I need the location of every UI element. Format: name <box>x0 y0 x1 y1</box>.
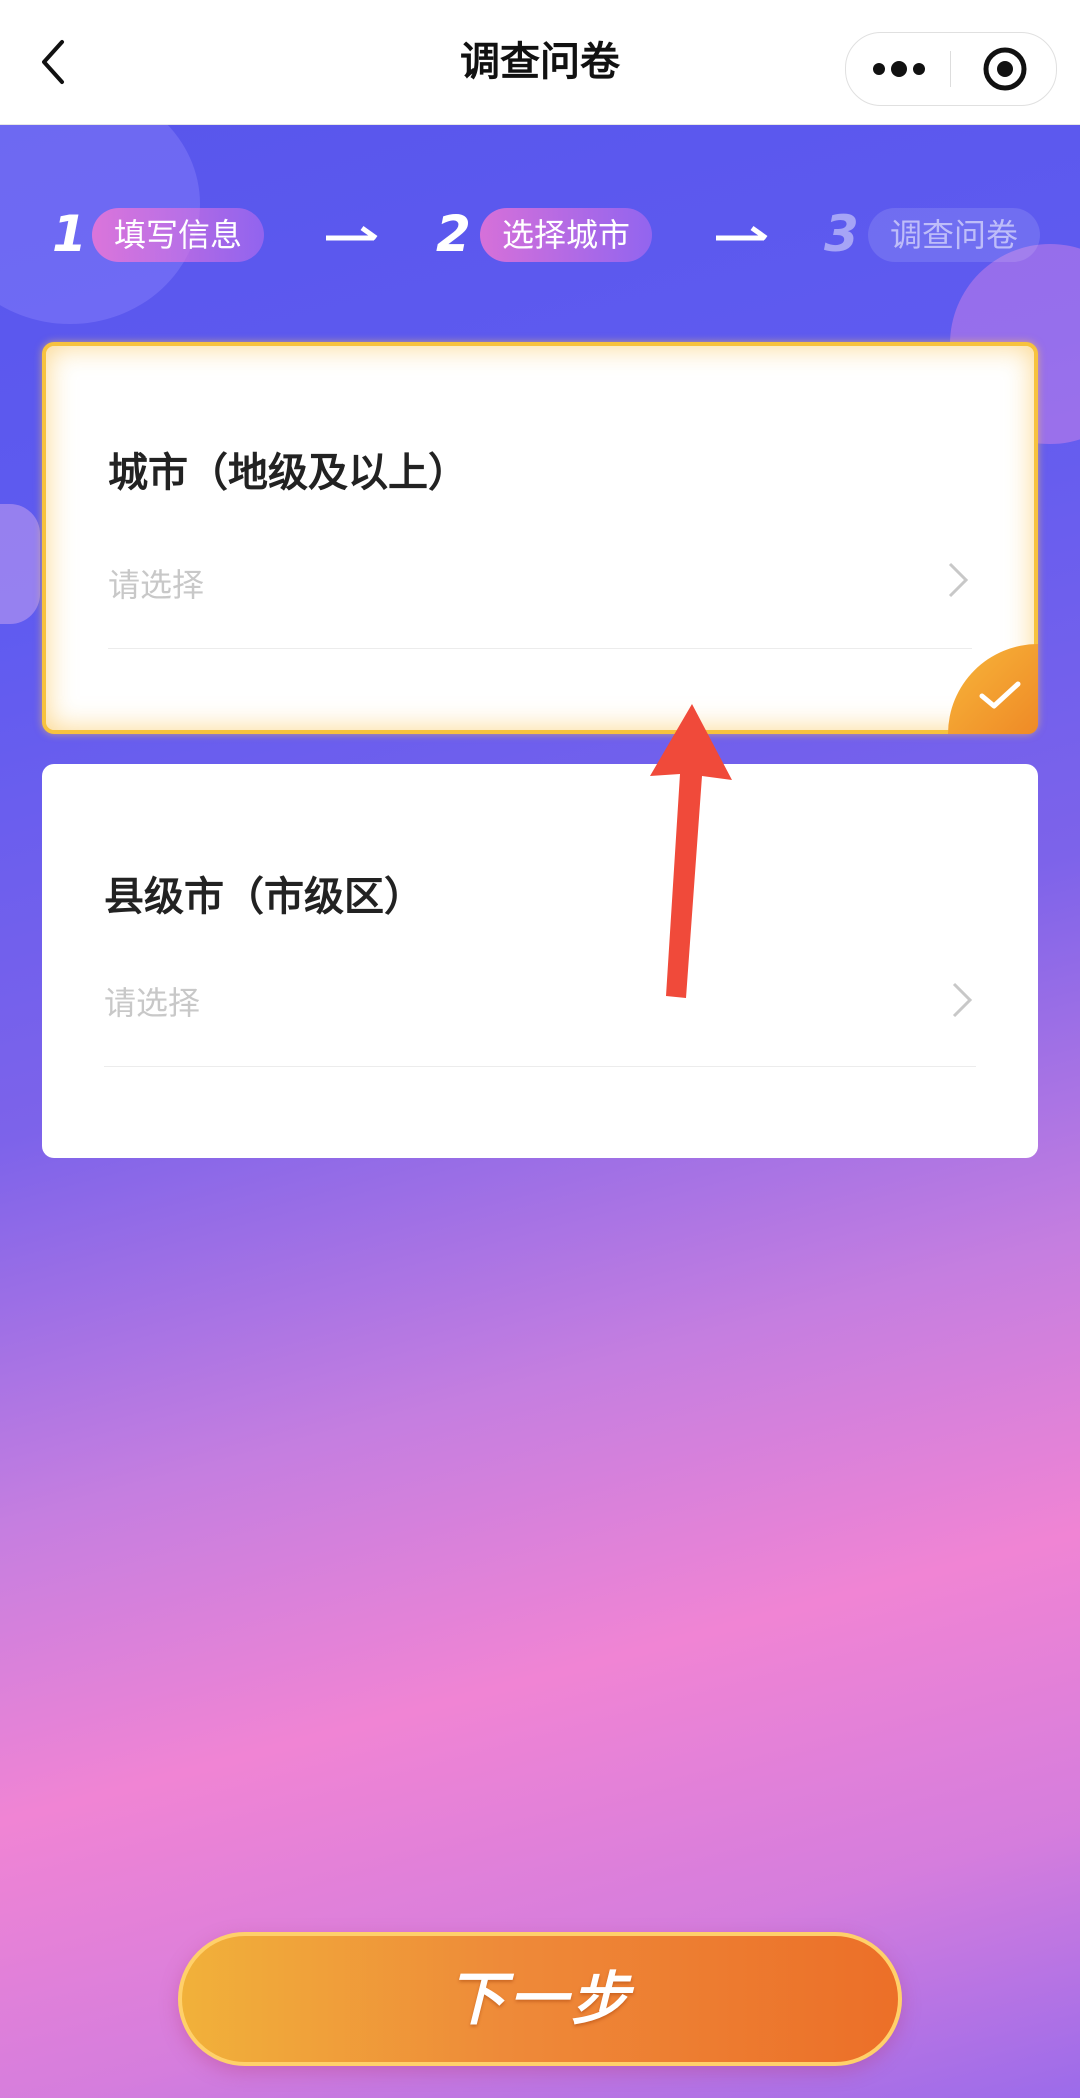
chevron-right-icon <box>948 562 969 598</box>
county-city-select-card[interactable]: 县级市（市级区） 请选择 <box>42 764 1038 1158</box>
next-step-button[interactable]: 下一步 <box>178 1932 902 2066</box>
arrow-right-icon <box>716 225 768 241</box>
step-number: 1 <box>52 205 87 263</box>
back-button[interactable] <box>28 32 88 92</box>
chevron-left-icon <box>42 40 64 84</box>
chevron-right-icon <box>952 982 973 1018</box>
arrow-right-icon <box>326 225 378 241</box>
annotation-arrow-icon <box>650 704 732 998</box>
mini-program-capsule <box>845 32 1057 106</box>
step-number: 2 <box>436 205 471 263</box>
target-icon <box>983 47 1027 91</box>
card-title: 县级市（市级区） <box>104 874 424 920</box>
capsule-divider <box>950 51 951 87</box>
decor-blob <box>0 504 40 624</box>
city-select-card[interactable]: 城市（地级及以上） 请选择 <box>42 342 1038 734</box>
next-step-label: 下一步 <box>446 1965 633 2033</box>
more-dots-icon <box>873 61 925 77</box>
page-title: 调查问卷 <box>460 39 620 85</box>
checkmark-icon <box>979 681 1021 709</box>
nav-bar: 调查问卷 <box>0 0 1080 125</box>
county-picker[interactable]: 请选择 <box>104 978 200 1024</box>
field-underline <box>108 648 972 649</box>
field-underline <box>104 1066 976 1067</box>
city-picker[interactable]: 请选择 <box>108 560 204 606</box>
close-program-button[interactable] <box>970 45 1040 93</box>
step-label: 选择城市 <box>480 208 653 262</box>
more-button[interactable] <box>864 45 934 93</box>
step-label: 填写信息 <box>92 208 265 262</box>
card-title: 城市（地级及以上） <box>108 450 468 496</box>
progress-steps: 1 填写信息 2 选择城市 3 调查问卷 <box>0 200 1080 268</box>
step-number: 3 <box>824 205 859 263</box>
selected-badge <box>948 644 1038 734</box>
step-label: 调查问卷 <box>868 208 1041 262</box>
